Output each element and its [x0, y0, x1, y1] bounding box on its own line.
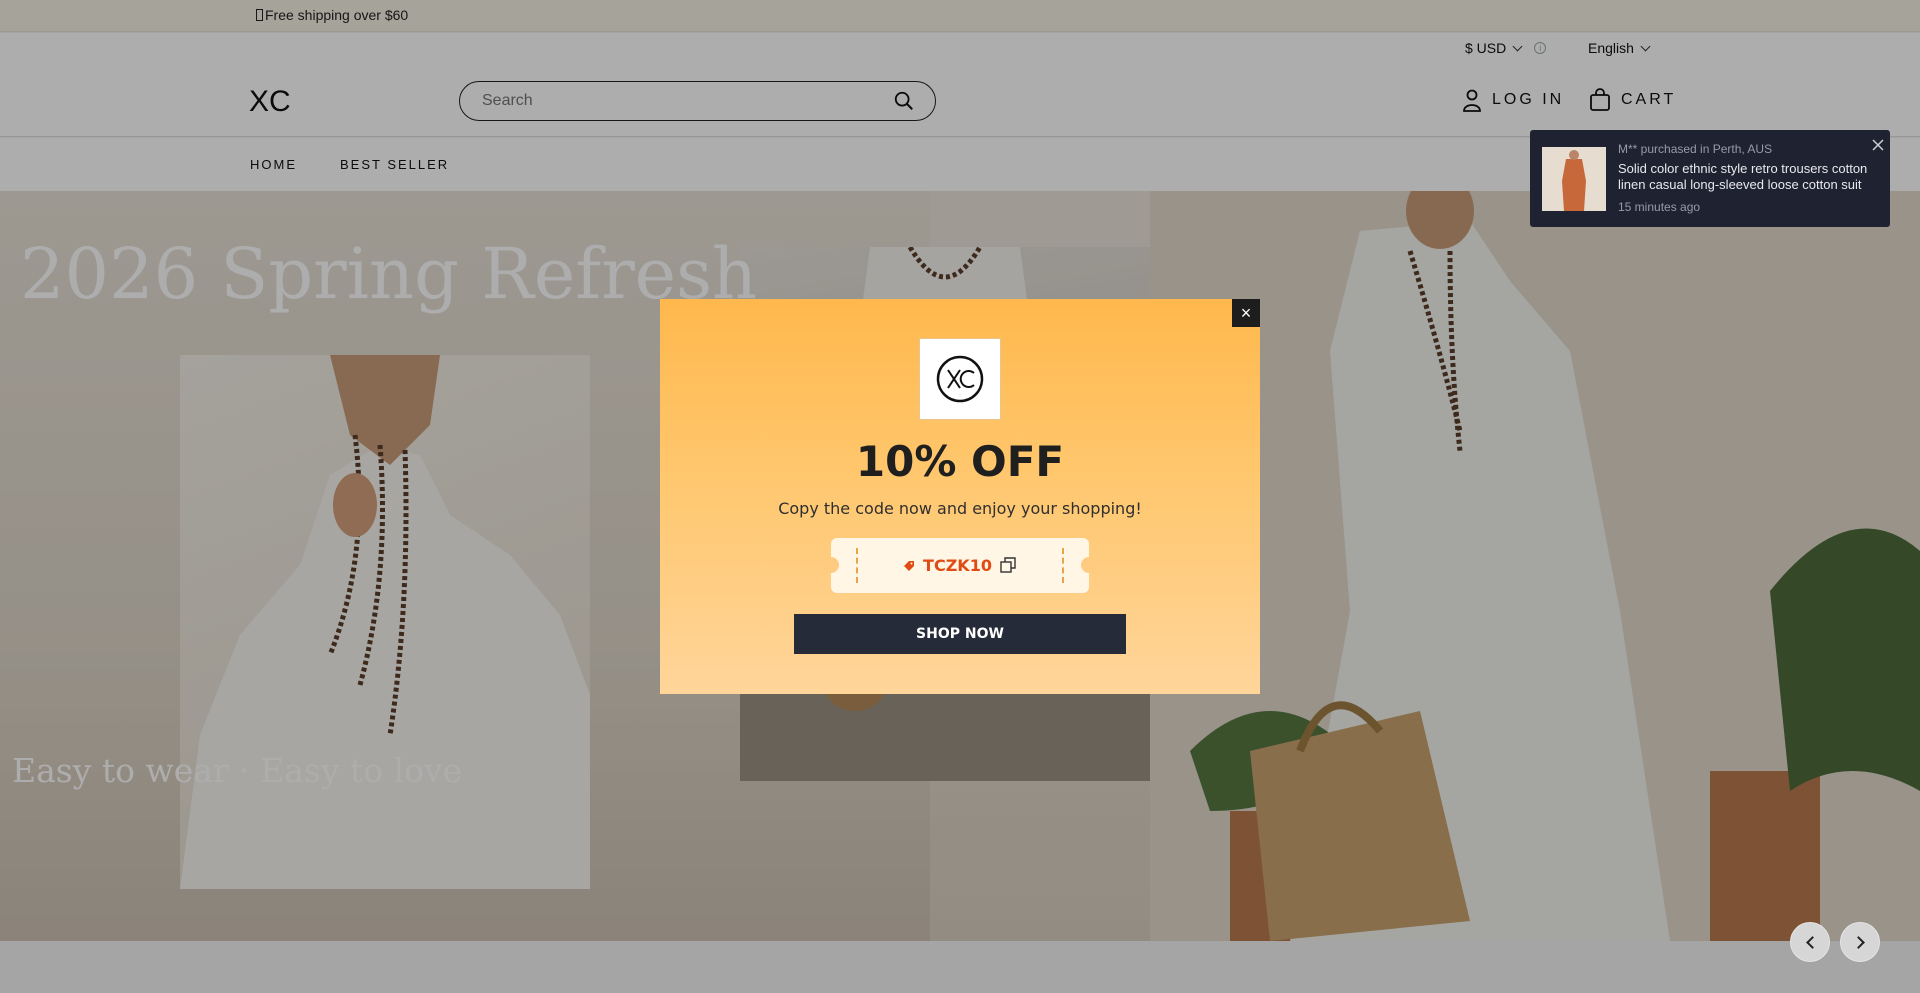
copy-icon[interactable]: [1000, 557, 1017, 574]
purchase-toast[interactable]: M** purchased in Perth, AUS Solid color …: [1530, 130, 1890, 227]
toast-time: 15 minutes ago: [1618, 200, 1701, 214]
coupon-code-box[interactable]: TCZK10: [823, 538, 1097, 593]
chevron-left-icon: [1805, 935, 1819, 949]
slider-next-button[interactable]: [1840, 922, 1880, 962]
coupon-content: TCZK10: [831, 538, 1089, 593]
popup-text: Copy the code now and enjoy your shoppin…: [778, 499, 1142, 518]
popup-brand-logo: [919, 338, 1001, 420]
close-icon[interactable]: [1871, 138, 1885, 152]
popup-heading: 10% OFF: [855, 437, 1065, 486]
toast-meta: M** purchased in Perth, AUS: [1618, 142, 1773, 156]
chevron-right-icon: [1851, 935, 1865, 949]
coupon-code: TCZK10: [923, 556, 992, 575]
toast-product-image: [1542, 147, 1606, 211]
tag-icon: [904, 560, 915, 571]
discount-popup: × 10% OFF Copy the code now and enjoy yo…: [660, 299, 1260, 694]
toast-product-title[interactable]: Solid color ethnic style retro trousers …: [1618, 161, 1868, 193]
slider-prev-button[interactable]: [1790, 922, 1830, 962]
shop-now-button[interactable]: SHOP NOW: [794, 614, 1126, 654]
popup-close-button[interactable]: ×: [1232, 299, 1260, 327]
